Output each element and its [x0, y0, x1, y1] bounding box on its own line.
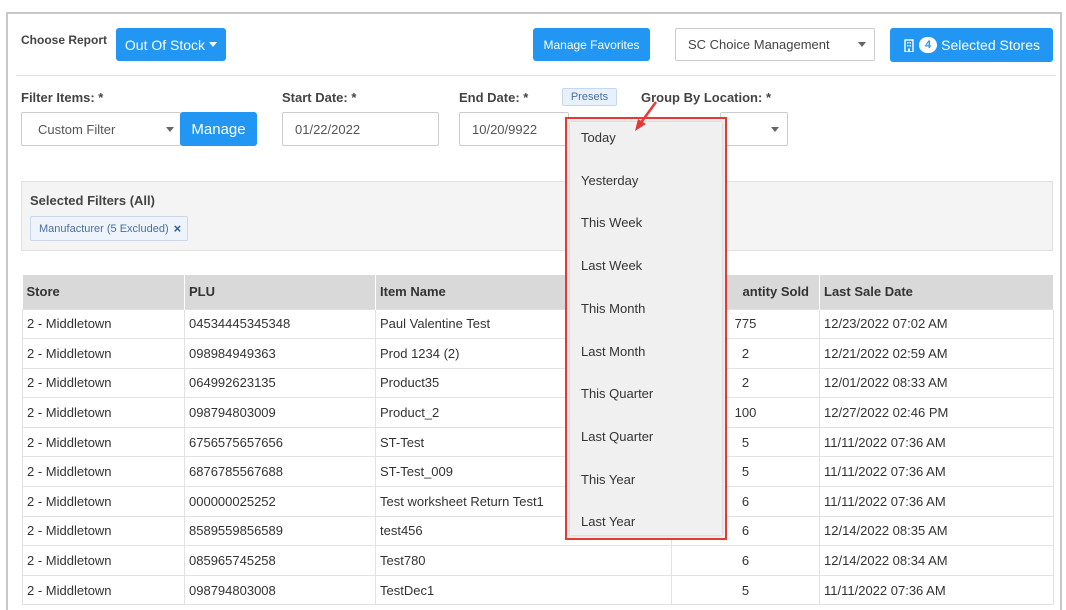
table-row[interactable]: 2 - Middletown 6876785567688 ST-Test_009 5 1…: [22, 456, 1054, 488]
quantity-sold-cell: 6: [671, 545, 820, 576]
filter-select-value: Custom Filter: [38, 121, 116, 137]
last-sale-date-cell: 12/14/2022 08:35 AM: [819, 515, 1054, 547]
plu-cell: 064992623135: [184, 367, 376, 399]
store-count-badge: 4: [919, 37, 938, 53]
plu-cell: 6756575657656: [184, 426, 376, 458]
chevron-down-icon: [166, 126, 174, 132]
plu-cell: 6876785567688: [184, 456, 376, 488]
manage-filter-button[interactable]: Manage: [180, 112, 257, 146]
plu-cell: 000000025252: [184, 486, 376, 517]
report-table: Store PLU Item Name antity Sold Last Sal…: [22, 275, 1054, 606]
plu-cell: 8589559856589: [184, 515, 376, 547]
column-header-store[interactable]: Store: [22, 275, 185, 309]
last-sale-date-cell: 11/11/2022 07:36 AM: [819, 456, 1054, 488]
filter-items-label: Filter Items: *: [21, 90, 104, 105]
management-select-value: SC Choice Management: [688, 37, 830, 52]
table-row[interactable]: 2 - Middletown 085965745258 Test780 6 12/14/…: [22, 545, 1054, 576]
store-cell: 2 - Middletown: [22, 545, 185, 576]
preset-option[interactable]: Last Week: [581, 258, 642, 273]
last-sale-date-cell: 11/11/2022 07:36 AM: [819, 486, 1054, 517]
plu-cell: 098794803008: [184, 574, 376, 606]
start-date-input[interactable]: 01/22/2022: [282, 112, 439, 146]
choose-report-label: Choose Report: [21, 33, 108, 47]
building-icon: [904, 38, 914, 52]
selected-filters-panel: Selected Filters (All) Manufacturer (5 E…: [21, 181, 1053, 251]
close-icon[interactable]: ×: [174, 221, 182, 236]
last-sale-date-cell: 12/27/2022 02:46 PM: [819, 397, 1054, 428]
preset-option[interactable]: This Quarter: [581, 386, 653, 401]
last-sale-date-cell: 12/23/2022 07:02 AM: [819, 308, 1054, 340]
selected-stores-label: Selected Stores: [941, 37, 1040, 53]
table-header-row: Store PLU Item Name antity Sold Last Sal…: [22, 275, 1054, 309]
start-date-label: Start Date: *: [282, 90, 357, 105]
table-row[interactable]: 2 - Middletown 064992623135 Product35 2 12/0…: [22, 367, 1054, 399]
store-cell: 2 - Middletown: [22, 515, 185, 547]
plu-cell: 098984949363: [184, 338, 376, 369]
filter-tag: Manufacturer (5 Excluded) ×: [30, 216, 189, 241]
report-panel: Choose Report Out Of Stock Manage Favori…: [6, 12, 1062, 610]
group-by-location-select[interactable]: [720, 112, 788, 146]
chevron-down-icon: [771, 126, 779, 132]
table-row[interactable]: 2 - Middletown 000000025252 Test worksheet…: [22, 486, 1054, 517]
preset-option[interactable]: Last Quarter: [581, 429, 653, 444]
quantity-sold-cell: 5: [671, 574, 820, 606]
preset-option[interactable]: This Month: [581, 301, 645, 316]
item-name-cell: Test780: [375, 545, 672, 576]
preset-option[interactable]: Yesterday: [581, 173, 638, 188]
arrow-annotation-icon: [635, 101, 658, 131]
presets-menu: Today Yesterday This Week Last Week This Mon…: [570, 122, 722, 535]
table-row[interactable]: 2 - Middletown 098794803009 Product_2 100 12…: [22, 397, 1054, 428]
table-row[interactable]: 2 - Middletown 6756575657656 ST-Test 5 11/11…: [22, 426, 1054, 458]
last-sale-date-cell: 12/14/2022 08:34 AM: [819, 545, 1054, 576]
last-sale-date-cell: 12/21/2022 02:59 AM: [819, 338, 1054, 369]
plu-cell: 098794803009: [184, 397, 376, 428]
filter-items-select[interactable]: Custom Filter: [21, 112, 181, 146]
selected-stores-button[interactable]: 4 Selected Stores: [890, 28, 1053, 62]
store-cell: 2 - Middletown: [22, 574, 185, 606]
toolbar-divider: [16, 75, 1056, 76]
report-select-button[interactable]: Out Of Stock: [116, 28, 226, 61]
last-sale-date-cell: 11/11/2022 07:36 AM: [819, 426, 1054, 458]
end-date-input[interactable]: 10/20/9922: [459, 112, 569, 146]
table-row[interactable]: 2 - Middletown 098984949363 Prod 1234 (2) 2…: [22, 338, 1054, 369]
caret-down-icon: [209, 42, 218, 47]
preset-option[interactable]: This Year: [581, 472, 635, 487]
last-sale-date-cell: 12/01/2022 08:33 AM: [819, 367, 1054, 399]
store-cell: 2 - Middletown: [22, 426, 185, 458]
preset-option[interactable]: This Week: [581, 215, 642, 230]
presets-dropdown: Today Yesterday This Week Last Week This Mon…: [565, 117, 727, 540]
last-sale-date-cell: 11/11/2022 07:36 AM: [819, 574, 1054, 606]
end-date-value: 10/20/9922: [472, 121, 538, 137]
column-header-last-sale-date[interactable]: Last Sale Date: [819, 275, 1054, 309]
start-date-value: 01/22/2022: [295, 121, 361, 137]
item-name-cell: TestDec1: [375, 574, 672, 606]
group-by-location-label: Group By Location: *: [641, 90, 771, 105]
preset-option[interactable]: Today: [581, 130, 616, 145]
store-cell: 2 - Middletown: [22, 486, 185, 517]
store-cell: 2 - Middletown: [22, 308, 185, 340]
report-button-label: Out Of Stock: [124, 36, 206, 53]
table-row[interactable]: 2 - Middletown 098794803008 TestDec1 5 11/11…: [22, 574, 1054, 606]
store-cell: 2 - Middletown: [22, 397, 185, 428]
plu-cell: 04534445345348: [184, 308, 376, 340]
plu-cell: 085965745258: [184, 545, 376, 576]
column-header-plu[interactable]: PLU: [184, 275, 376, 309]
preset-option[interactable]: Last Year: [581, 514, 635, 529]
presets-button[interactable]: Presets: [562, 88, 617, 106]
store-cell: 2 - Middletown: [22, 367, 185, 399]
management-select[interactable]: SC Choice Management: [675, 28, 875, 61]
preset-option[interactable]: Last Month: [581, 344, 645, 359]
table-row[interactable]: 2 - Middletown 8589559856589 test456 6 12/14…: [22, 515, 1054, 547]
end-date-label: End Date: *: [459, 90, 529, 105]
filter-tag-label: Manufacturer (5 Excluded): [39, 222, 169, 235]
chevron-down-icon: [858, 42, 866, 47]
manage-favorites-button[interactable]: Manage Favorites: [533, 28, 650, 61]
selected-filters-title: Selected Filters (All): [30, 193, 155, 208]
table-row[interactable]: 2 - Middletown 04534445345348 Paul Valenti…: [22, 308, 1054, 340]
store-cell: 2 - Middletown: [22, 338, 185, 369]
store-cell: 2 - Middletown: [22, 456, 185, 488]
